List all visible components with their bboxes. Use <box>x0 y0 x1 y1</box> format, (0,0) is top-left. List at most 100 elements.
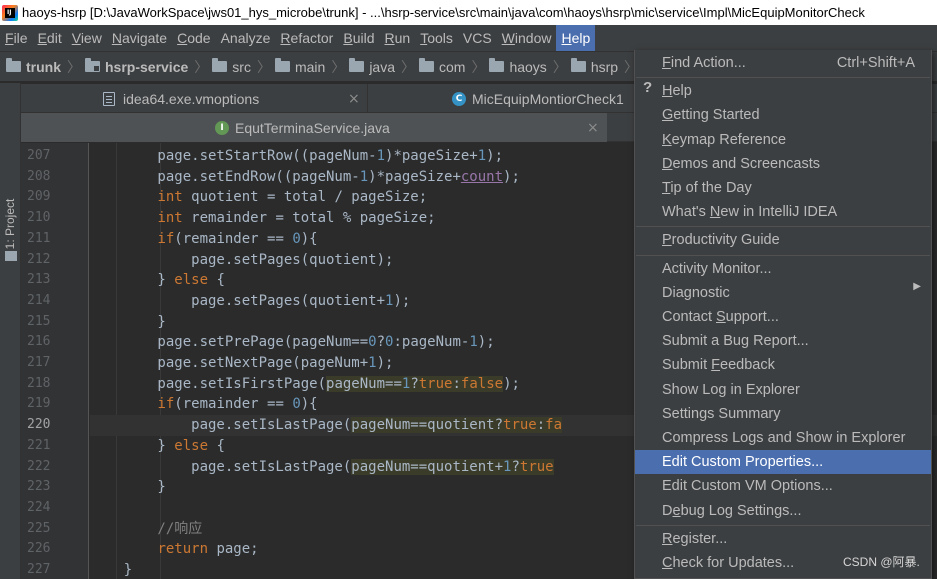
code-token: true <box>418 375 453 392</box>
tab-equt-termina-service[interactable]: I EqutTerminaService.java × <box>21 113 607 142</box>
code-token: } <box>90 437 175 454</box>
folder-icon <box>212 58 228 72</box>
code-token: 1 <box>359 168 369 185</box>
code-token: pageNum==quotient+ <box>351 458 504 475</box>
code-token: ); <box>503 375 520 392</box>
code-token: 0 <box>368 334 377 351</box>
menu-vcs[interactable]: VCS <box>458 25 497 51</box>
code-token: { <box>208 437 225 454</box>
menu-item-mnemonic: G <box>662 107 674 124</box>
help-menu-item-edit-custom-properties[interactable]: Edit Custom Properties... <box>635 450 931 475</box>
help-menu-item-register[interactable]: Register... <box>635 527 931 551</box>
line-number: 222 <box>27 458 51 474</box>
menu-item-text: Edit Custom VM Options... <box>662 478 833 495</box>
menu-edit[interactable]: Edit <box>33 25 67 51</box>
help-menu-item-about[interactable]: About <box>635 575 931 579</box>
code-token: } <box>90 479 166 496</box>
help-menu-item-contact-support[interactable]: Contact Support... <box>635 305 931 329</box>
breadcrumb-label: hsrp-service <box>105 58 189 75</box>
project-tool-tab[interactable]: 1: Project <box>2 175 19 275</box>
menu-item-shortcut: Ctrl+Shift+A <box>836 55 915 71</box>
help-menu-item-find-action[interactable]: Find Action... Ctrl+Shift+A <box>635 51 931 75</box>
menu-code[interactable]: Code <box>172 25 215 51</box>
breadcrumb-item-hsrp[interactable]: hsrp <box>570 58 619 75</box>
module-folder-icon <box>85 58 100 72</box>
help-menu-item-show-log-in-explorer[interactable]: Show Log in Explorer <box>635 378 931 402</box>
breadcrumb-item-src[interactable]: src <box>212 58 251 75</box>
menu-refactor[interactable]: Refactor <box>275 25 338 51</box>
breadcrumb-label: haoys <box>509 58 547 75</box>
breadcrumb-label: main <box>294 58 326 75</box>
menu-item-mnemonic: H <box>662 83 673 100</box>
breadcrumb-label: trunk <box>26 58 61 75</box>
help-menu-item-settings-summary[interactable]: Settings Summary <box>635 402 931 426</box>
help-menu-item-activity-monitor[interactable]: Activity Monitor... <box>635 257 931 281</box>
close-tab-icon[interactable]: × <box>587 120 599 136</box>
line-number: 220 <box>27 417 51 433</box>
menu-build[interactable]: Build <box>338 25 379 51</box>
help-menu-item-keymap-reference[interactable]: Keymap Reference <box>635 128 931 152</box>
menu-mnemonic: B <box>343 30 353 46</box>
close-tab-icon[interactable]: × <box>348 91 360 107</box>
code-token: { <box>208 272 225 289</box>
help-menu-item-productivity-guide[interactable]: Productivity Guide <box>635 228 931 252</box>
breadcrumb-item-com[interactable]: com <box>419 58 465 75</box>
code-token: 1 <box>469 334 478 351</box>
code-token: )*pageSize+ <box>385 148 478 164</box>
menu-view[interactable]: View <box>67 25 107 51</box>
code-token: )*pageSize+ <box>368 168 461 185</box>
left-tool-strip: 1: Project <box>0 83 21 579</box>
menu-label: avigate <box>121 30 168 46</box>
menu-analyze[interactable]: Analyze <box>216 25 276 51</box>
help-menu-item-submit-feedback[interactable]: Submit Feedback <box>635 353 931 377</box>
menu-mnemonic: V <box>71 30 81 46</box>
breadcrumb-item-java[interactable]: java <box>349 58 395 75</box>
tab-vmoptions[interactable]: idea64.exe.vmoptions × <box>21 84 367 113</box>
help-menu-item-tip-of-the-day[interactable]: Tip of the Day <box>635 176 931 200</box>
help-menu-item-submit-a-bug-report[interactable]: Submit a Bug Report... <box>635 329 931 353</box>
breadcrumb-separator-icon: 〉 <box>331 59 346 76</box>
menu-label: uild <box>352 30 375 46</box>
menu-separator <box>636 254 930 256</box>
menu-window[interactable]: Window <box>497 25 557 51</box>
breadcrumb-separator-icon: 〉 <box>401 59 415 76</box>
help-menu-item-what-s-new-in-intellij-idea[interactable]: What's New in IntelliJ IDEA <box>635 200 931 224</box>
breadcrumb-item-main[interactable]: main <box>274 58 326 75</box>
menu-item-text: ip of the Day <box>670 180 752 196</box>
help-menu-item-demos-and-screencasts[interactable]: Demos and Screencasts <box>635 152 931 176</box>
menu-label: VCS <box>462 30 492 46</box>
menu-item-text: heck for Updates... <box>672 555 795 571</box>
breadcrumb-label: hsrp <box>590 58 619 75</box>
help-menu-item-diagnostic[interactable]: Diagnostic ▶ <box>635 281 931 305</box>
vmoptions-file-icon <box>103 91 115 106</box>
menu-navigate[interactable]: Navigate <box>107 25 172 51</box>
menu-help[interactable]: Help <box>556 25 596 51</box>
menu-tools[interactable]: Tools <box>415 25 458 51</box>
breadcrumb-item-trunk[interactable]: trunk <box>6 58 61 75</box>
line-number: 214 <box>27 292 51 308</box>
code-token: 1 <box>376 148 386 164</box>
folder-icon <box>419 58 434 72</box>
menu-item-text: What's <box>662 204 710 221</box>
help-menu-item-help[interactable]: ? Help <box>635 79 931 103</box>
code-token: if <box>157 396 175 413</box>
help-menu-item-compress-logs-and-show-in-explorer[interactable]: Compress Logs and Show in Explorer <box>635 426 931 450</box>
help-menu-item-edit-custom-vm-options[interactable]: Edit Custom VM Options... <box>635 474 931 498</box>
breadcrumb-item-haoys[interactable]: haoys <box>489 58 547 75</box>
menu-label: efactor <box>290 30 334 46</box>
help-menu-item-getting-started[interactable]: Getting Started <box>635 103 931 127</box>
menu-run[interactable]: Run <box>379 25 415 51</box>
class-icon: C <box>452 91 466 106</box>
help-menu-item-debug-log-settings[interactable]: Debug Log Settings... <box>635 499 931 523</box>
code-token: else <box>174 437 209 454</box>
menu-item-text: Contact <box>662 309 716 325</box>
menu-item-mnemonic: P <box>662 232 672 249</box>
menu-file[interactable]: File <box>0 25 33 51</box>
menu-item-text: Edit Custom Properties... <box>662 454 824 471</box>
breadcrumb-item-hsrp-service[interactable]: hsrp-service <box>85 58 189 75</box>
menu-item-text: bug Log Settings... <box>680 502 802 519</box>
menu-mnemonic: H <box>561 30 572 46</box>
